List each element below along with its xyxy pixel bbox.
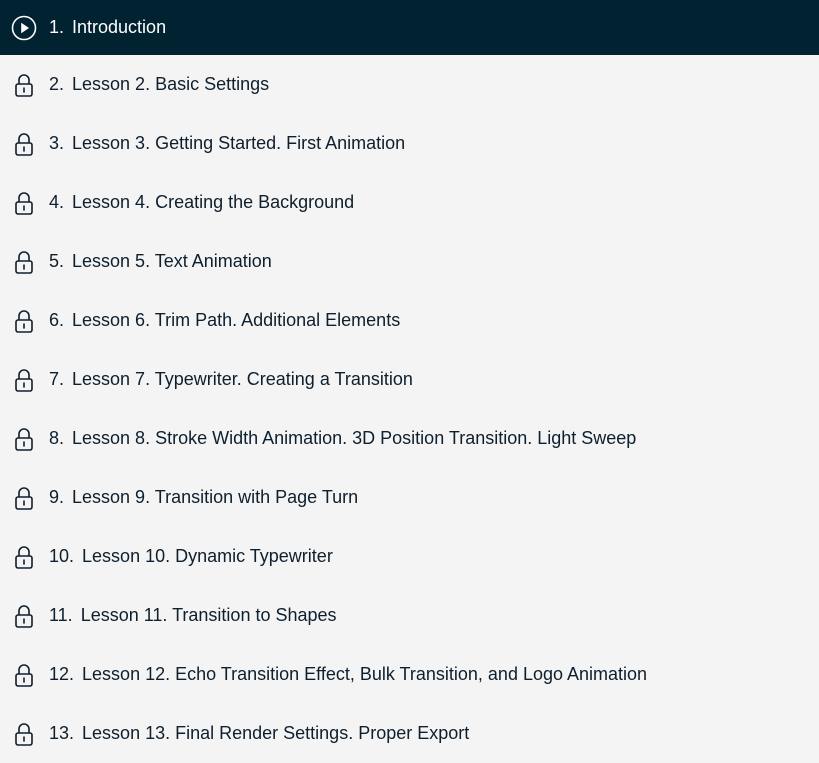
- lesson-number: 4.: [49, 192, 65, 212]
- lesson-title: Lesson 3. Getting Started. First Animati…: [72, 133, 406, 153]
- lesson-title: Lesson 13. Final Render Settings. Proper…: [82, 723, 470, 743]
- lock-icon: [11, 308, 37, 334]
- lock-icon: [11, 544, 37, 570]
- lesson-number: 6.: [49, 310, 65, 330]
- lock-icon: [11, 426, 37, 452]
- lesson-title: Lesson 7. Typewriter. Creating a Transit…: [72, 369, 413, 389]
- lesson-number: 11.: [49, 605, 73, 625]
- lesson-title: Lesson 9. Transition with Page Turn: [72, 487, 359, 507]
- lesson-number: 1.: [49, 17, 65, 37]
- lesson-item-12[interactable]: 12. Lesson 12. Echo Transition Effect, B…: [0, 645, 819, 704]
- lesson-item-2[interactable]: 2. Lesson 2. Basic Settings: [0, 55, 819, 114]
- lesson-number: 3.: [49, 133, 65, 153]
- lesson-title: Introduction: [72, 17, 167, 37]
- lesson-item-11[interactable]: 11. Lesson 11. Transition to Shapes: [0, 586, 819, 645]
- lesson-title: Lesson 10. Dynamic Typewriter: [82, 546, 333, 566]
- lesson-number: 12.: [49, 664, 75, 684]
- lesson-item-1[interactable]: 1. Introduction: [0, 0, 819, 55]
- lesson-list: 1. Introduction 2. Lesson 2. Basic Setti…: [0, 0, 819, 763]
- lesson-title: Lesson 11. Transition to Shapes: [80, 605, 337, 625]
- lesson-item-4[interactable]: 4. Lesson 4. Creating the Background: [0, 173, 819, 232]
- lock-icon: [11, 662, 37, 688]
- lesson-number: 10.: [49, 546, 75, 566]
- lesson-title: Lesson 6. Trim Path. Additional Elements: [72, 310, 401, 330]
- lesson-item-5[interactable]: 5. Lesson 5. Text Animation: [0, 232, 819, 291]
- lesson-number: 9.: [49, 487, 65, 507]
- lock-icon: [11, 72, 37, 98]
- lesson-title: Lesson 5. Text Animation: [72, 251, 272, 271]
- lock-icon: [11, 131, 37, 157]
- lesson-number: 5.: [49, 251, 65, 271]
- lesson-item-7[interactable]: 7. Lesson 7. Typewriter. Creating a Tran…: [0, 350, 819, 409]
- lesson-number: 13.: [49, 723, 75, 743]
- lock-icon: [11, 367, 37, 393]
- lesson-item-8[interactable]: 8. Lesson 8. Stroke Width Animation. 3D …: [0, 409, 819, 468]
- lesson-title: Lesson 4. Creating the Background: [72, 192, 355, 212]
- lesson-item-9[interactable]: 9. Lesson 9. Transition with Page Turn: [0, 468, 819, 527]
- lock-icon: [11, 190, 37, 216]
- lesson-item-13[interactable]: 13. Lesson 13. Final Render Settings. Pr…: [0, 704, 819, 763]
- lock-icon: [11, 603, 37, 629]
- lesson-title: Lesson 8. Stroke Width Animation. 3D Pos…: [72, 428, 637, 448]
- lesson-title: Lesson 12. Echo Transition Effect, Bulk …: [82, 664, 648, 684]
- play-circle-icon: [11, 15, 37, 41]
- lock-icon: [11, 721, 37, 747]
- lesson-item-3[interactable]: 3. Lesson 3. Getting Started. First Anim…: [0, 114, 819, 173]
- lesson-number: 8.: [49, 428, 65, 448]
- lesson-number: 7.: [49, 369, 65, 389]
- lesson-item-6[interactable]: 6. Lesson 6. Trim Path. Additional Eleme…: [0, 291, 819, 350]
- lesson-title: Lesson 2. Basic Settings: [72, 74, 270, 94]
- lock-icon: [11, 485, 37, 511]
- lock-icon: [11, 249, 37, 275]
- lesson-number: 2.: [49, 74, 65, 94]
- lesson-item-10[interactable]: 10. Lesson 10. Dynamic Typewriter: [0, 527, 819, 586]
